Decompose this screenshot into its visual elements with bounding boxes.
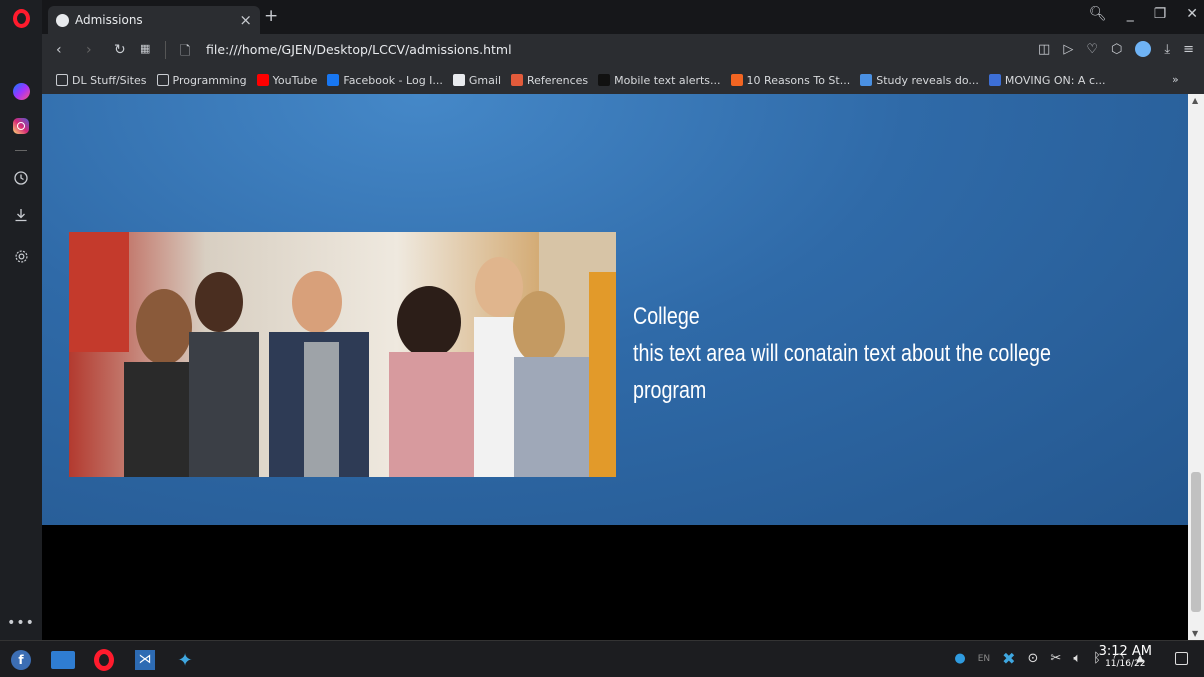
facebook-icon: [327, 74, 340, 86]
volume-icon[interactable]: 🔈︎: [1073, 651, 1081, 666]
bookmarks-more-icon[interactable]: »: [1172, 73, 1190, 86]
bookmark-item[interactable]: References: [511, 74, 588, 87]
back-icon[interactable]: ‹: [56, 42, 62, 58]
restore-icon[interactable]: ❐: [1154, 6, 1167, 22]
opera-sidebar: •••: [0, 0, 42, 640]
references-icon: [511, 74, 523, 86]
tab-close-icon[interactable]: ×: [239, 11, 252, 29]
tab-title: Admissions: [75, 13, 143, 27]
diamond-icon: [988, 74, 1001, 86]
tab-strip: Admissions × + 🔍︎ _ ❐ ✕: [42, 0, 1204, 34]
settings-gear-icon[interactable]: [0, 245, 42, 267]
download-icon[interactable]: ⤓: [1164, 42, 1170, 57]
folder-icon: [56, 74, 68, 86]
minimize-icon[interactable]: _: [1127, 6, 1134, 22]
extensions-icon[interactable]: ⬡: [1111, 42, 1122, 57]
profile-avatar[interactable]: [1135, 41, 1152, 57]
college-description: College this text area will conatain tex…: [633, 298, 1059, 410]
college-hero-section: College this text area will conatain tex…: [42, 94, 1188, 525]
messenger-icon[interactable]: [0, 80, 42, 102]
toolbar-divider: [165, 41, 166, 59]
clock[interactable]: 3:12 AM 11/16/22: [1099, 644, 1152, 669]
bookmark-item[interactable]: Facebook - Log I...: [327, 74, 443, 87]
bookmark-label: YouTube: [272, 73, 318, 87]
document-icon: [452, 74, 465, 86]
bookmark-label: Facebook - Log I...: [343, 73, 443, 87]
scroll-down-arrow[interactable]: ▼: [1192, 629, 1198, 638]
opera-taskbar-icon[interactable]: [91, 647, 117, 673]
page-viewport: College this text area will conatain tex…: [42, 94, 1188, 640]
keyboard-layout[interactable]: EN: [978, 654, 990, 664]
bookmark-label: Programming: [172, 73, 247, 87]
college-text-line-1: this text area will conatain text about …: [633, 340, 1051, 368]
college-text-line-2: program: [633, 377, 707, 405]
clock-time: 3:12 AM: [1098, 644, 1152, 659]
heart-icon[interactable]: ♡: [1086, 42, 1098, 57]
bookmark-label: Gmail: [468, 73, 501, 87]
bookmark-label: DL Stuff/Sites: [72, 73, 147, 87]
system-tool-icon[interactable]: ✦: [172, 647, 198, 673]
bookmark-label: References: [527, 73, 589, 87]
bookmark-label: Mobile text alerts...: [614, 73, 721, 87]
folder-icon: [156, 74, 169, 86]
bookmark-item[interactable]: Study reveals do...: [860, 74, 979, 87]
toolbar-right-icons: ◫ ▷ ♡ ⬡ ⤓ ≡: [1038, 41, 1194, 57]
snapshot-icon[interactable]: ◫: [1038, 42, 1050, 57]
tab-admissions[interactable]: Admissions ×: [48, 6, 260, 34]
w-icon: [598, 74, 611, 86]
bookmarks-bar: DL Stuff/Sites Programming YouTube Facebook…: [42, 66, 1204, 94]
clock-date: 11/16/22: [1105, 659, 1146, 669]
bookmark-label: Study reveals do...: [876, 73, 979, 87]
bookmark-item[interactable]: Gmail: [452, 73, 501, 87]
forward-icon[interactable]: ›: [86, 42, 92, 58]
network-tool-icon[interactable]: ✖: [1002, 649, 1015, 668]
news-icon: [860, 74, 873, 86]
app-launcher-icon[interactable]: f: [8, 647, 34, 673]
college-heading: College: [633, 303, 700, 330]
update-icon[interactable]: ●: [954, 651, 965, 666]
more-options-icon[interactable]: •••: [0, 614, 42, 632]
instagram-icon[interactable]: [0, 115, 42, 137]
search-tabs-icon[interactable]: 🔍︎: [1089, 6, 1107, 22]
bookmark-item[interactable]: MOVING ON: A c...: [988, 73, 1106, 87]
youtube-icon: [256, 74, 269, 86]
globe-icon: [56, 13, 69, 27]
check-icon: [730, 74, 743, 86]
bookmark-item[interactable]: Programming: [156, 73, 247, 87]
bookmark-label: MOVING ON: A c...: [1004, 73, 1106, 87]
new-tab-button[interactable]: +: [264, 6, 278, 26]
bookmark-item[interactable]: YouTube: [256, 73, 318, 87]
sidebar-divider: [15, 150, 27, 151]
easy-setup-icon[interactable]: ≡: [1183, 42, 1194, 57]
scroll-up-arrow[interactable]: ▲: [1192, 96, 1198, 105]
clipboard-icon[interactable]: ⊙: [1028, 651, 1039, 666]
students-photo: [69, 232, 616, 477]
scroll-thumb[interactable]: [1191, 472, 1201, 612]
speed-dial-icon[interactable]: ▦: [140, 42, 150, 55]
bookmark-label: 10 Reasons To St...: [746, 73, 851, 87]
window-controls: 🔍︎ _ ❐ ✕: [1089, 6, 1198, 22]
downloads-icon[interactable]: [0, 205, 42, 225]
show-desktop-icon[interactable]: [1175, 652, 1188, 665]
url-field[interactable]: file:///home/GJEN/Desktop/LCCV/admission…: [206, 42, 512, 57]
bookmark-item[interactable]: Mobile text alerts...: [598, 73, 721, 87]
vscode-icon[interactable]: ⋊: [132, 647, 158, 673]
page-info-icon[interactable]: 🗋︎: [180, 42, 190, 64]
file-manager-icon[interactable]: [50, 647, 76, 673]
taskbar: f ⋊ ✦ ● EN ✖ ⊙ ✂ 🔈︎ ᛒ ◠ ▲ 3:12 AM 11/16/…: [0, 640, 1204, 677]
page-scrollbar[interactable]: ▲ ▼: [1188, 94, 1204, 640]
desktop-screen: ••• Admissions × + 🔍︎ _ ❐ ✕ ‹ › ↻ ▦ 🗋︎ f…: [0, 0, 1204, 677]
bookmark-item[interactable]: DL Stuff/Sites: [56, 74, 147, 87]
reload-icon[interactable]: ↻: [114, 42, 126, 58]
opera-menu-icon[interactable]: [0, 7, 42, 29]
bookmark-item[interactable]: 10 Reasons To St...: [730, 73, 851, 87]
close-window-icon[interactable]: ✕: [1186, 6, 1198, 22]
send-icon[interactable]: ▷: [1063, 42, 1073, 57]
scissors-icon[interactable]: ✂: [1050, 651, 1061, 666]
history-icon[interactable]: [0, 168, 42, 188]
address-toolbar: ‹ › ↻ ▦ 🗋︎ file:///home/GJEN/Desktop/LCC…: [42, 34, 1204, 66]
